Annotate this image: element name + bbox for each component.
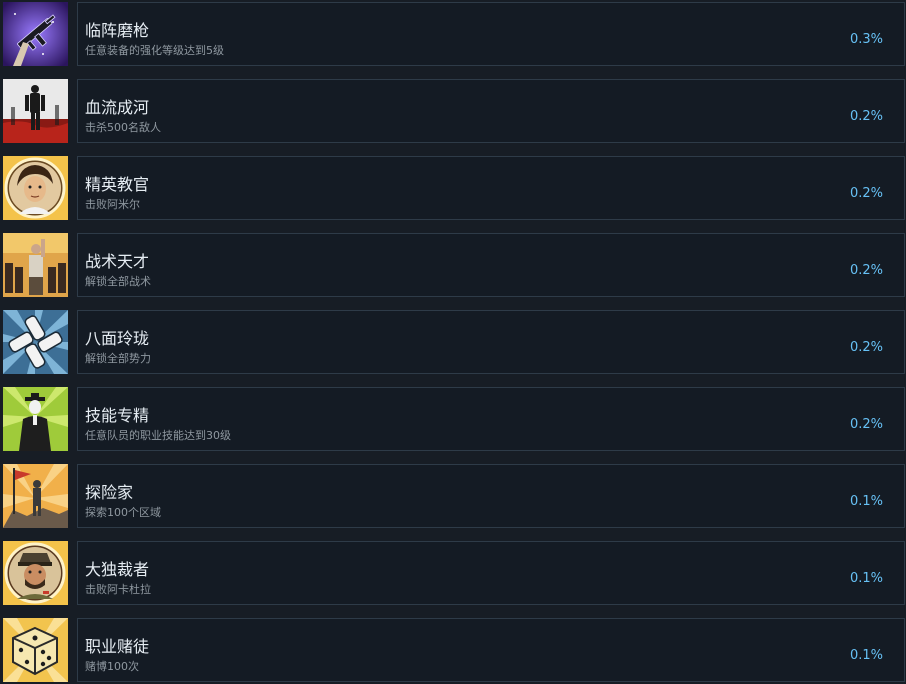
unlock-percent: 0.2% [849,263,883,278]
elite-instructor-portrait-icon [3,156,68,220]
achievement-description: 击败阿卡杜拉 [85,583,151,596]
achievement-description: 探索100个区域 [85,506,161,519]
achievement-row[interactable]: 技能专精 任意队员的职业技能达到30级 0.2% [0,385,906,451]
unlock-percent: 0.1% [849,494,883,509]
purple-rifle-icon [3,2,68,66]
dice-icon [3,618,68,682]
unlock-percent: 0.2% [849,340,883,355]
achievement-name: 血流成河 [85,98,150,117]
achievement-card: 大独裁者 击败阿卡杜拉 0.1% [77,541,905,605]
achievement-description: 击杀500名敌人 [85,121,161,134]
dictator-portrait-icon [3,541,68,605]
achievement-card: 临阵磨枪 任意装备的强化等级达到5级 0.3% [77,2,905,66]
unlock-percent: 0.3% [849,32,883,47]
unlock-percent: 0.2% [849,417,883,432]
achievement-description: 赌博100次 [85,660,139,673]
achievement-name: 战术天才 [85,252,150,271]
achievement-row[interactable]: 临阵磨枪 任意装备的强化等级达到5级 0.3% [0,0,906,66]
achievement-name: 探险家 [85,483,134,502]
achievement-name: 精英教官 [85,175,150,194]
achievement-name: 八面玲珑 [85,329,150,348]
achievement-card: 精英教官 击败阿米尔 0.2% [77,156,905,220]
achievement-description: 任意队员的职业技能达到30级 [85,429,231,442]
unlock-percent: 0.2% [849,186,883,201]
achievement-row[interactable]: 大独裁者 击败阿卡杜拉 0.1% [0,539,906,605]
achievement-name: 职业赌徒 [85,637,150,656]
achievement-card: 技能专精 任意队员的职业技能达到30级 0.2% [77,387,905,451]
achievement-row[interactable]: 八面玲珑 解锁全部势力 0.2% [0,308,906,374]
achievement-list: 临阵磨枪 任意装备的强化等级达到5级 0.3% 血流成河 击杀500名敌人 0.… [0,0,906,684]
blood-river-icon [3,79,68,143]
unlock-percent: 0.1% [849,648,883,663]
achievement-card: 职业赌徒 赌博100次 0.1% [77,618,905,682]
achievement-row[interactable]: 探险家 探索100个区域 0.1% [0,462,906,528]
graduate-icon [3,387,68,451]
achievement-description: 任意装备的强化等级达到5级 [85,44,224,57]
tactical-genius-icon [3,233,68,297]
achievement-description: 解锁全部战术 [85,275,151,288]
achievement-row[interactable]: 血流成河 击杀500名敌人 0.2% [0,77,906,143]
achievement-card: 战术天才 解锁全部战术 0.2% [77,233,905,297]
explorer-flag-icon [3,464,68,528]
achievement-card: 探险家 探索100个区域 0.1% [77,464,905,528]
unlock-percent: 0.1% [849,571,883,586]
achievement-name: 大独裁者 [85,560,150,579]
achievement-card: 血流成河 击杀500名敌人 0.2% [77,79,905,143]
achievement-name: 技能专精 [85,406,150,425]
achievement-card: 八面玲珑 解锁全部势力 0.2% [77,310,905,374]
achievement-description: 击败阿米尔 [85,198,140,211]
achievement-description: 解锁全部势力 [85,352,151,365]
achievement-row[interactable]: 精英教官 击败阿米尔 0.2% [0,154,906,220]
achievement-name: 临阵磨枪 [85,21,150,40]
unlock-percent: 0.2% [849,109,883,124]
joined-hands-icon [3,310,68,374]
achievement-row[interactable]: 战术天才 解锁全部战术 0.2% [0,231,906,297]
achievement-row[interactable]: 职业赌徒 赌博100次 0.1% [0,616,906,682]
